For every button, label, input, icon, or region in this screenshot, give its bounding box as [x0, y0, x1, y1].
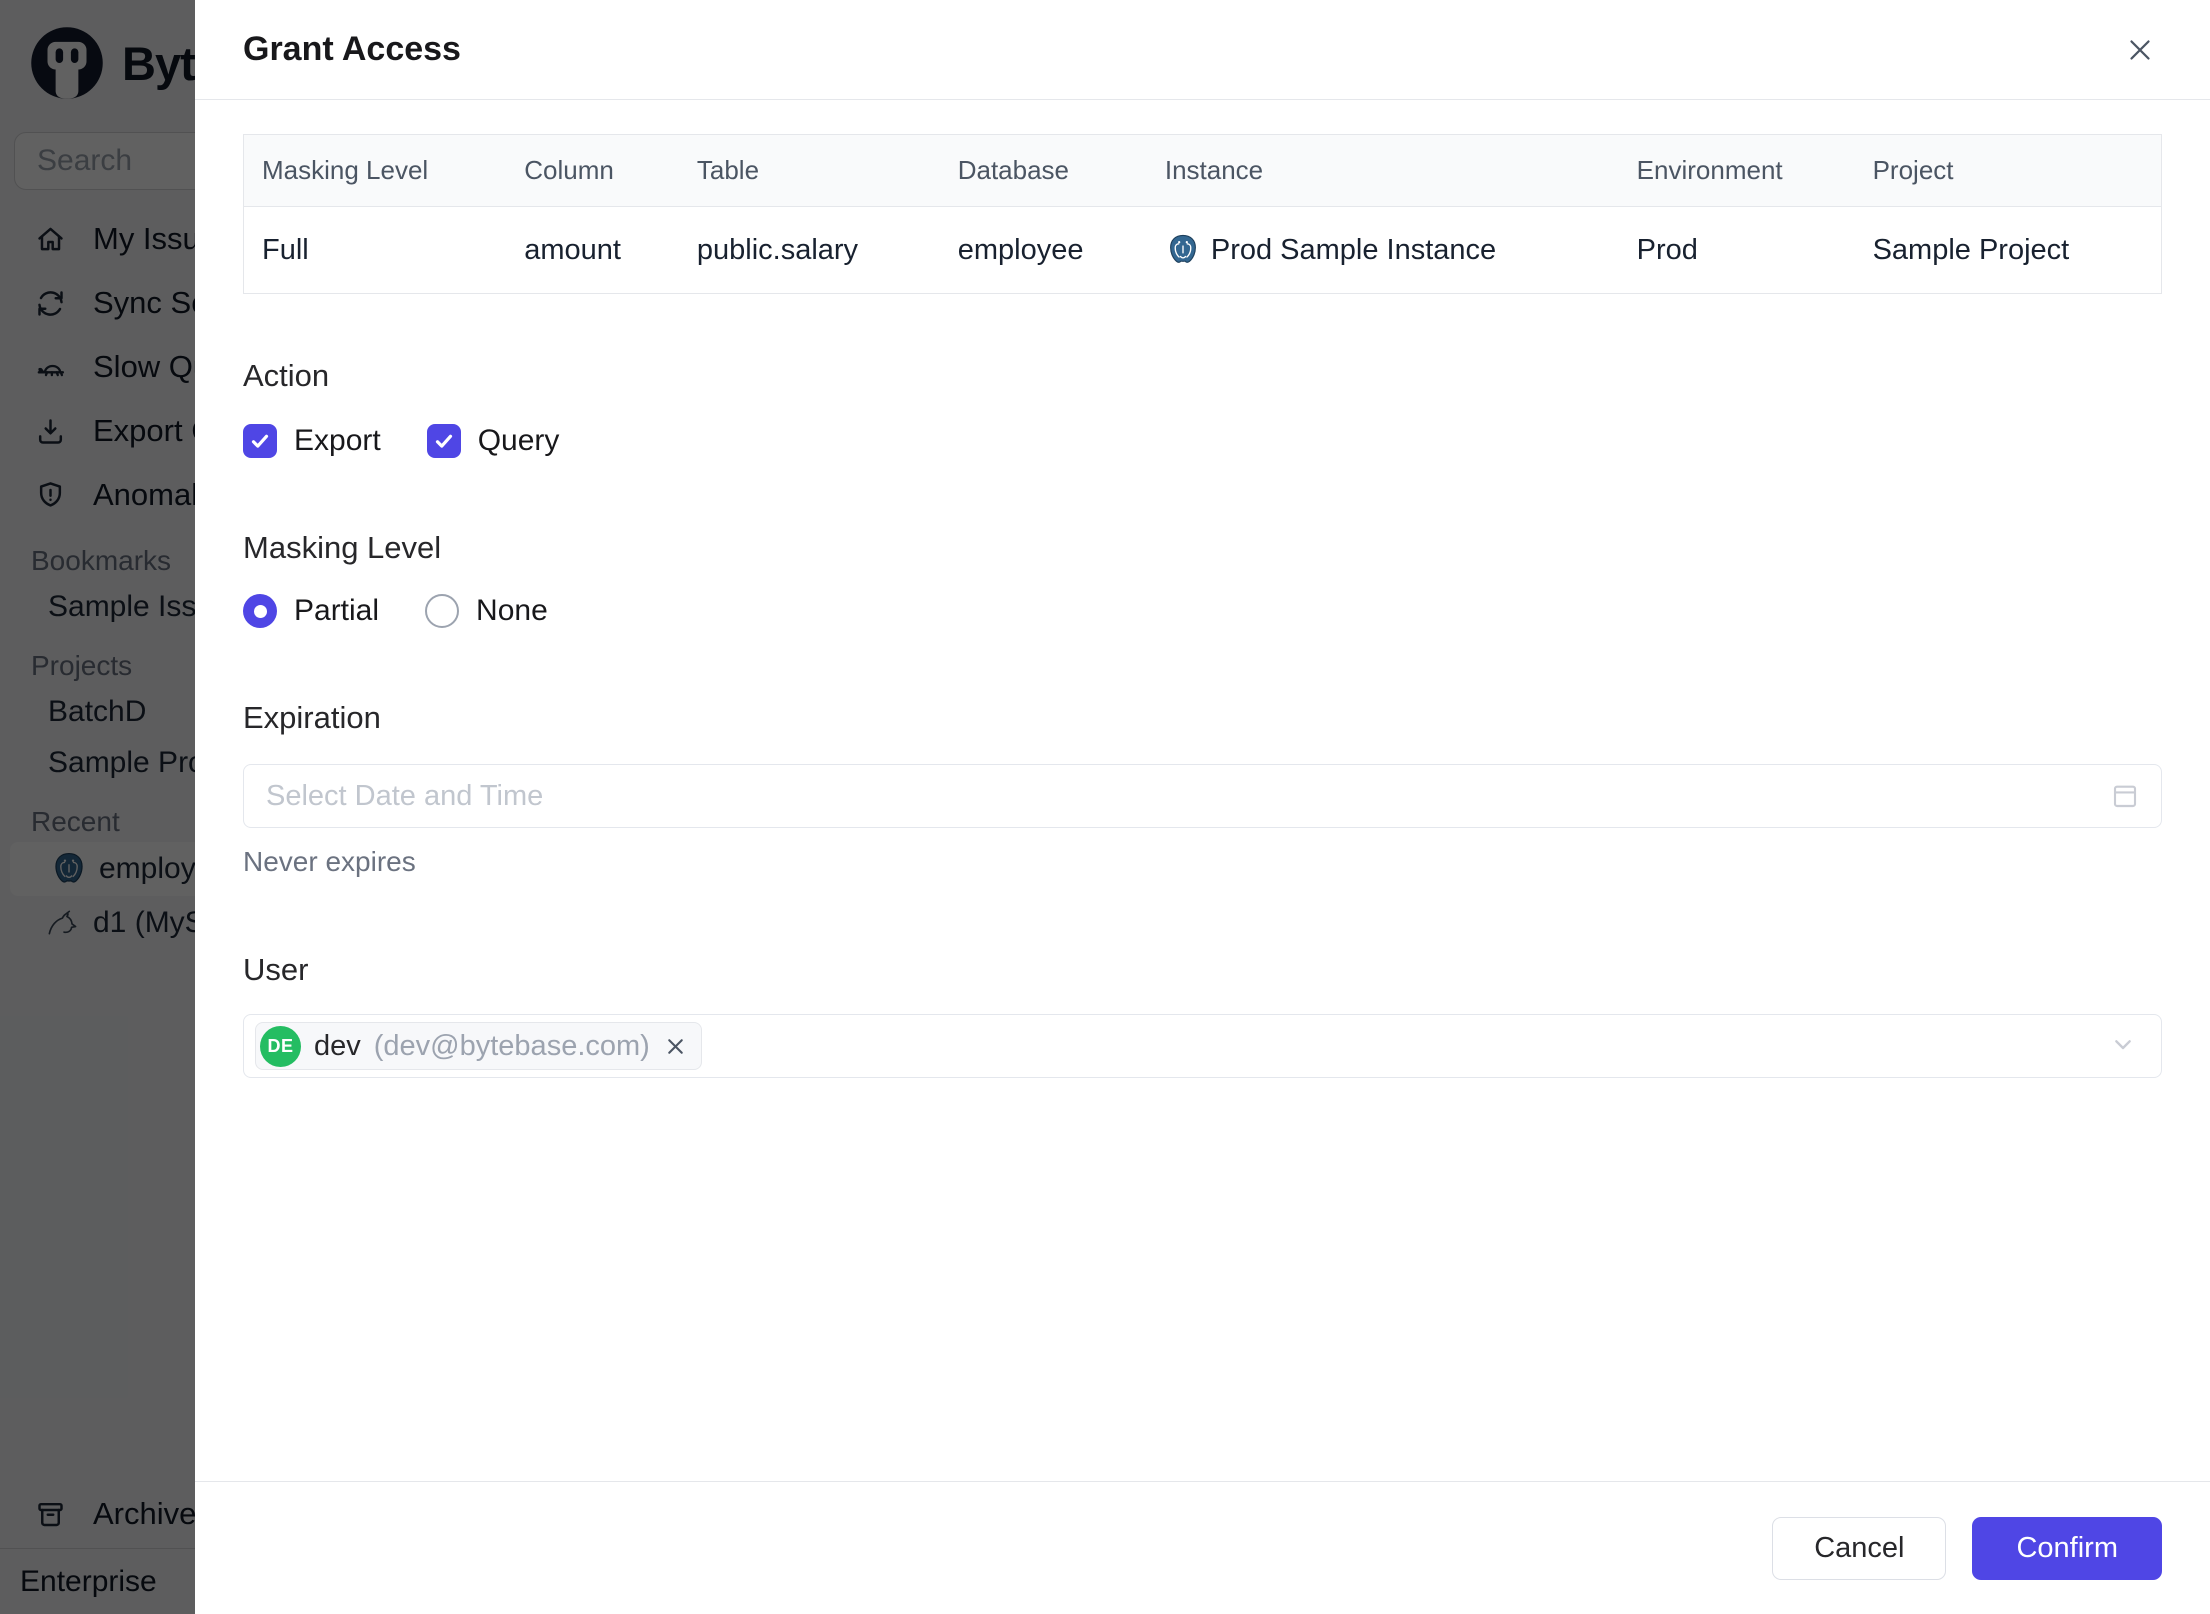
cancel-button[interactable]: Cancel	[1772, 1516, 1947, 1580]
cell-column: amount	[524, 233, 621, 266]
cell-environment: Prod	[1636, 233, 1698, 266]
cell-database: employee	[957, 233, 1084, 266]
cell-project: Sample Project	[1872, 233, 2070, 266]
grant-access-modal: Grant Access Masking Level Column Table …	[195, 0, 2210, 1614]
query-option: Query	[426, 424, 560, 458]
none-option: None	[425, 594, 548, 628]
export-option: Export	[243, 424, 381, 458]
query-label: Query	[477, 424, 560, 457]
action-section-title: Action	[243, 358, 330, 393]
postgresql-icon	[1169, 234, 1196, 263]
col-project: Project	[1854, 134, 2162, 207]
query-checkbox[interactable]	[426, 424, 461, 458]
confirm-button[interactable]: Confirm	[1972, 1516, 2162, 1580]
close-icon	[2130, 39, 2150, 60]
export-label: Export	[294, 424, 381, 457]
user-email: (dev@bytebase.com)	[373, 1029, 650, 1062]
close-button[interactable]	[2118, 28, 2162, 72]
expiration-datetime-field[interactable]	[243, 764, 2162, 828]
partial-label: Partial	[294, 594, 380, 627]
cell-table: public.salary	[696, 233, 859, 266]
expiration-section-title: Expiration	[243, 700, 381, 735]
expiration-note: Never expires	[243, 846, 416, 877]
cell-instance: Prod Sample Instance	[1147, 207, 1619, 294]
col-column: Column	[506, 134, 679, 207]
table-header-row: Masking Level Column Table Database Inst…	[243, 134, 2162, 207]
none-label: None	[476, 594, 548, 627]
close-icon	[668, 1038, 683, 1054]
grant-target-table: Masking Level Column Table Database Inst…	[243, 134, 2162, 294]
instance-name: Prod Sample Instance	[1210, 233, 1497, 266]
user-select[interactable]: DE dev (dev@bytebase.com)	[243, 1014, 2162, 1078]
user-tag: DE dev (dev@bytebase.com)	[255, 1022, 702, 1070]
none-radio[interactable]	[425, 594, 460, 628]
user-section-title: User	[243, 952, 309, 987]
cell-masking-level: Full	[262, 233, 309, 266]
modal-header: Grant Access	[195, 0, 2210, 100]
user-name: dev	[314, 1029, 361, 1062]
col-instance: Instance	[1146, 134, 1619, 207]
remove-user-button[interactable]	[663, 1034, 688, 1059]
masking-section-title: Masking Level	[243, 530, 442, 565]
modal-footer: Cancel Confirm	[195, 1481, 2210, 1614]
calendar-icon	[2113, 785, 2137, 808]
export-checkbox[interactable]	[243, 424, 277, 458]
col-environment: Environment	[1618, 134, 1855, 207]
chevron-down-icon	[2107, 1028, 2139, 1065]
check-icon	[251, 434, 269, 448]
expiration-datetime-input[interactable]	[244, 765, 2109, 827]
partial-radio[interactable]	[243, 594, 277, 628]
check-icon	[435, 434, 452, 448]
modal-title: Grant Access	[243, 30, 461, 68]
col-database: Database	[939, 134, 1147, 207]
table-row: Full amount public.salary employee Prod …	[244, 207, 2162, 294]
avatar: DE	[260, 1025, 301, 1067]
col-masking-level: Masking Level	[243, 134, 507, 207]
col-table: Table	[678, 134, 940, 207]
partial-option: Partial	[243, 594, 379, 628]
